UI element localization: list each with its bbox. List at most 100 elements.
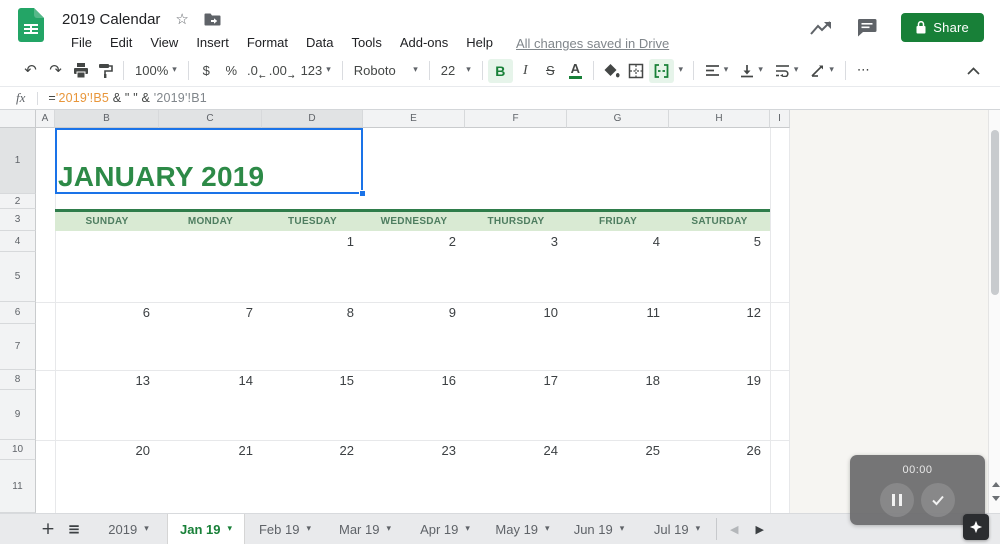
sheet-tab-menu-caret[interactable]: ▾ bbox=[465, 525, 470, 534]
vertical-scrollbar[interactable] bbox=[988, 110, 1000, 513]
font-size-select[interactable]: 22▾ bbox=[435, 59, 477, 83]
date-cell-12[interactable]: 12 bbox=[669, 305, 761, 321]
sheet-tab-apr-19[interactable]: Apr 19▾ bbox=[405, 514, 485, 544]
save-status-link[interactable]: All changes saved in Drive bbox=[516, 36, 669, 51]
sheet-tab-menu-caret[interactable]: ▾ bbox=[144, 525, 149, 534]
row-header-6[interactable]: 6 bbox=[0, 302, 36, 324]
select-all-corner[interactable] bbox=[0, 110, 36, 128]
date-cell-25[interactable]: 25 bbox=[567, 443, 660, 459]
column-header-I[interactable]: I bbox=[770, 110, 790, 128]
date-cell-11[interactable]: 11 bbox=[567, 305, 660, 321]
row-header-8[interactable]: 8 bbox=[0, 370, 36, 390]
document-title[interactable]: 2019 Calendar bbox=[62, 11, 160, 28]
day-header-sunday[interactable]: SUNDAY bbox=[55, 212, 159, 231]
day-header-friday[interactable]: FRIDAY bbox=[567, 212, 669, 231]
date-cell-10[interactable]: 10 bbox=[465, 305, 558, 321]
menu-data[interactable]: Data bbox=[297, 33, 342, 53]
day-header-saturday[interactable]: SATURDAY bbox=[669, 212, 770, 231]
menu-format[interactable]: Format bbox=[238, 33, 297, 53]
sheet-tab-menu-caret[interactable]: ▾ bbox=[620, 525, 625, 534]
sheet-tab-may-19[interactable]: May 19▾ bbox=[485, 514, 560, 544]
day-header-monday[interactable]: MONDAY bbox=[159, 212, 262, 231]
date-cell-4[interactable]: 4 bbox=[567, 234, 660, 250]
sheet-tab-2019[interactable]: 2019▾ bbox=[90, 514, 167, 544]
finish-recording-button[interactable] bbox=[921, 483, 955, 517]
format-currency-button[interactable]: $ bbox=[194, 59, 219, 83]
add-sheet-button[interactable]: + bbox=[38, 514, 58, 544]
column-header-A[interactable]: A bbox=[36, 110, 55, 128]
scroll-down-icon[interactable] bbox=[992, 496, 1000, 501]
scroll-tabs-right-icon[interactable]: ▶ bbox=[755, 523, 763, 536]
text-rotation-button[interactable]: ▾ bbox=[804, 59, 840, 83]
date-cell-7[interactable]: 7 bbox=[159, 305, 253, 321]
text-wrap-button[interactable]: ▾ bbox=[769, 59, 805, 83]
share-button[interactable]: Share bbox=[901, 13, 984, 42]
date-cell-22[interactable]: 22 bbox=[262, 443, 354, 459]
date-cell-5[interactable]: 5 bbox=[669, 234, 761, 250]
row-header-1[interactable]: 1 bbox=[0, 128, 36, 194]
sheet-tab-menu-caret[interactable]: ▾ bbox=[545, 525, 550, 534]
collapse-toolbar-icon[interactable] bbox=[961, 59, 986, 83]
day-header-thursday[interactable]: THURSDAY bbox=[465, 212, 567, 231]
row-header-9[interactable]: 9 bbox=[0, 390, 36, 440]
date-cell-13[interactable]: 13 bbox=[55, 373, 150, 389]
sheet-tab-menu-caret[interactable]: ▾ bbox=[386, 525, 391, 534]
strikethrough-button[interactable]: S bbox=[538, 59, 563, 83]
date-cell-14[interactable]: 14 bbox=[159, 373, 253, 389]
date-cell-2[interactable]: 2 bbox=[363, 234, 456, 250]
date-cell-21[interactable]: 21 bbox=[159, 443, 253, 459]
sheet-tab-menu-caret[interactable]: ▾ bbox=[227, 525, 232, 534]
date-cell-9[interactable]: 9 bbox=[363, 305, 456, 321]
menu-tools[interactable]: Tools bbox=[342, 33, 390, 53]
formula-input[interactable]: ='2019'!B5 & " " & '2019'!B1 bbox=[48, 91, 207, 105]
text-color-button[interactable]: A bbox=[563, 59, 588, 83]
fill-color-button[interactable] bbox=[599, 59, 624, 83]
date-cell-18[interactable]: 18 bbox=[567, 373, 660, 389]
menu-file[interactable]: File bbox=[62, 33, 101, 53]
selection-fill-handle[interactable] bbox=[359, 190, 366, 197]
date-cell-26[interactable]: 26 bbox=[669, 443, 761, 459]
bold-button[interactable]: B bbox=[488, 59, 513, 83]
italic-button[interactable]: I bbox=[513, 59, 538, 83]
comment-icon[interactable] bbox=[857, 18, 877, 37]
row-header-10[interactable]: 10 bbox=[0, 440, 36, 460]
scroll-tabs-left-icon[interactable]: ◀ bbox=[730, 523, 738, 536]
sheet-tab-jun-19[interactable]: Jun 19▾ bbox=[560, 514, 638, 544]
date-cell-15[interactable]: 15 bbox=[262, 373, 354, 389]
date-cell-17[interactable]: 17 bbox=[465, 373, 558, 389]
date-cell-23[interactable]: 23 bbox=[363, 443, 456, 459]
column-header-D[interactable]: D bbox=[262, 110, 363, 128]
menu-edit[interactable]: Edit bbox=[101, 33, 141, 53]
sheet-tab-mar-19[interactable]: Mar 19▾ bbox=[325, 514, 405, 544]
sheet-tab-jan-19[interactable]: Jan 19▾ bbox=[167, 514, 245, 544]
zoom-control[interactable]: 100%▾ bbox=[129, 59, 183, 83]
sheet-tab-feb-19[interactable]: Feb 19▾ bbox=[245, 514, 325, 544]
increase-decimal-button[interactable]: .00→ bbox=[269, 59, 295, 83]
date-cell-8[interactable]: 8 bbox=[262, 305, 354, 321]
scroll-up-icon[interactable] bbox=[992, 482, 1000, 487]
sheet-tab-jul-19[interactable]: Jul 19▾ bbox=[638, 514, 716, 544]
column-header-E[interactable]: E bbox=[363, 110, 465, 128]
scrollbar-thumb[interactable] bbox=[991, 130, 999, 295]
merge-cells-caret[interactable]: ▾ bbox=[674, 59, 688, 83]
pause-recording-button[interactable] bbox=[880, 483, 914, 517]
date-cell-20[interactable]: 20 bbox=[55, 443, 150, 459]
all-sheets-button[interactable]: ≡ bbox=[64, 514, 84, 544]
column-header-C[interactable]: C bbox=[159, 110, 262, 128]
row-header-11[interactable]: 11 bbox=[0, 460, 36, 513]
recorder-extension-badge[interactable] bbox=[963, 514, 989, 540]
print-button[interactable] bbox=[68, 59, 93, 83]
day-header-tuesday[interactable]: TUESDAY bbox=[262, 212, 363, 231]
row-header-5[interactable]: 5 bbox=[0, 252, 36, 302]
date-cell-19[interactable]: 19 bbox=[669, 373, 761, 389]
menu-insert[interactable]: Insert bbox=[187, 33, 238, 53]
star-icon[interactable]: ☆ bbox=[175, 12, 188, 27]
sheets-logo-icon[interactable] bbox=[18, 8, 44, 47]
format-percent-button[interactable]: % bbox=[219, 59, 244, 83]
date-cell-16[interactable]: 16 bbox=[363, 373, 456, 389]
sheet-tab-menu-caret[interactable]: ▾ bbox=[306, 525, 311, 534]
more-formats-button[interactable]: 123▾ bbox=[295, 59, 337, 83]
font-family-select[interactable]: Roboto▾ bbox=[348, 59, 424, 83]
borders-button[interactable] bbox=[624, 59, 649, 83]
horizontal-align-button[interactable]: ▾ bbox=[699, 59, 735, 83]
